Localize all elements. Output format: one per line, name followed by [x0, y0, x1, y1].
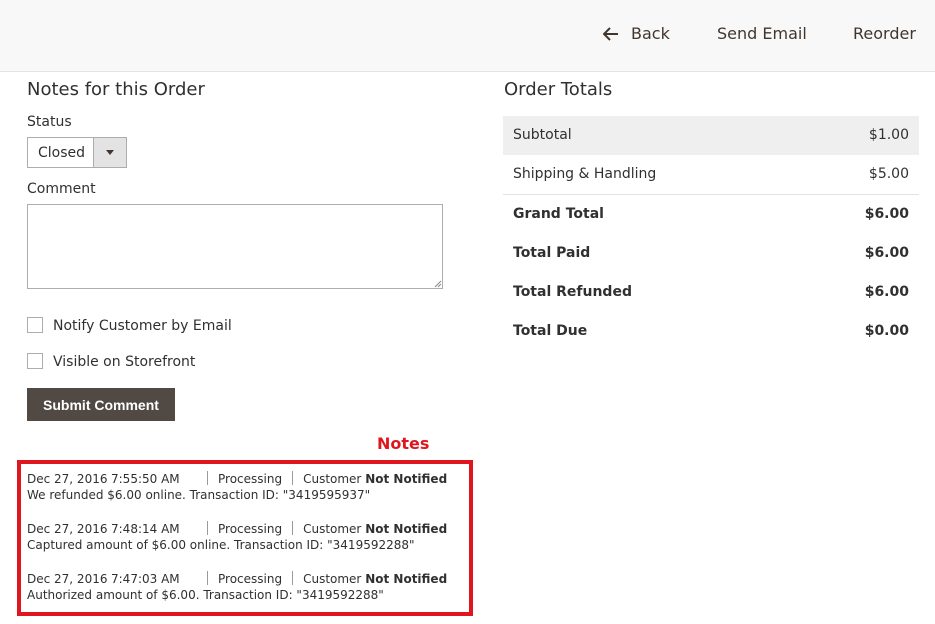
divider — [207, 521, 208, 535]
totals-row-subtotal: Subtotal $1.00 — [503, 116, 919, 155]
note-notified-status: Not Notified — [365, 472, 448, 486]
totals-row-label: Subtotal — [513, 127, 572, 143]
note-text: Authorized amount of $6.00. Transaction … — [27, 588, 384, 602]
totals-row-total-due: Total Due $0.00 — [503, 312, 919, 351]
notify-customer-checkbox[interactable] — [27, 317, 43, 333]
divider — [292, 571, 294, 585]
status-select[interactable]: Closed — [27, 137, 127, 168]
visible-storefront-checkbox[interactable] — [27, 353, 43, 369]
notify-customer-label: Notify Customer by Email — [53, 318, 232, 334]
arrow-left-icon — [602, 26, 621, 46]
totals-row-amount: $1.00 — [868, 127, 909, 143]
note-time: 7:55:50 AM — [111, 472, 180, 486]
dropdown-toggle[interactable] — [93, 138, 126, 167]
visible-storefront-checkbox-row[interactable]: Visible on Storefront — [27, 353, 195, 371]
history-note: Dec 27, 2016 7:55:50 AM Processing Customer… — [27, 471, 447, 503]
notify-customer-checkbox-row[interactable]: Notify Customer by Email — [27, 317, 232, 335]
history-note: Dec 27, 2016 7:47:03 AM Processing Customer… — [27, 571, 447, 603]
back-button-label: Back — [631, 24, 670, 43]
submit-comment-button[interactable]: Submit Comment — [27, 388, 175, 421]
send-email-button[interactable]: Send Email — [717, 24, 807, 44]
order-totals-table: Subtotal $1.00 Shipping & Handling $5.00… — [503, 116, 919, 351]
divider — [292, 471, 294, 485]
note-meta: Dec 27, 2016 7:47:03 AM Processing Customer… — [27, 571, 447, 587]
totals-row-amount: $5.00 — [868, 166, 909, 182]
comment-label: Comment — [27, 181, 96, 197]
totals-row-grand-total: Grand Total $6.00 — [503, 195, 919, 234]
note-status: Processing — [218, 522, 283, 536]
totals-row-amount: $6.00 — [864, 284, 909, 300]
notes-annotation-label: Notes — [377, 434, 430, 453]
totals-row-shipping: Shipping & Handling $5.00 — [503, 155, 919, 195]
totals-row-label: Total Due — [513, 323, 588, 339]
visible-storefront-label: Visible on Storefront — [53, 354, 196, 370]
note-time: 7:48:14 AM — [111, 522, 180, 536]
resize-grip-icon[interactable] — [434, 280, 442, 288]
page-actions-bar: Back Send Email Reorder — [0, 0, 935, 72]
note-customer-prefix: Customer — [303, 522, 362, 536]
history-note: Dec 27, 2016 7:48:14 AM Processing Customer… — [27, 521, 447, 553]
totals-row-label: Shipping & Handling — [513, 166, 657, 182]
status-label: Status — [27, 114, 72, 130]
totals-row-amount: $6.00 — [864, 206, 909, 222]
note-notified-status: Not Notified — [365, 572, 448, 586]
note-notified-status: Not Notified — [365, 522, 448, 536]
caret-down-icon — [106, 150, 114, 155]
divider — [207, 471, 208, 485]
note-text: Captured amount of $6.00 online. Transac… — [27, 538, 415, 552]
comment-textarea[interactable] — [27, 204, 443, 289]
note-date: Dec 27, 2016 — [27, 522, 108, 536]
note-customer-prefix: Customer — [303, 472, 362, 486]
totals-row-label: Grand Total — [513, 206, 604, 222]
note-date: Dec 27, 2016 — [27, 572, 108, 586]
back-button[interactable]: Back — [602, 24, 670, 46]
note-meta: Dec 27, 2016 7:55:50 AM Processing Customer… — [27, 471, 447, 487]
totals-row-total-refunded: Total Refunded $6.00 — [503, 273, 919, 312]
note-meta: Dec 27, 2016 7:48:14 AM Processing Customer… — [27, 521, 447, 537]
totals-row-label: Total Paid — [513, 245, 591, 261]
note-status: Processing — [218, 572, 283, 586]
reorder-button[interactable]: Reorder — [853, 24, 916, 44]
totals-row-total-paid: Total Paid $6.00 — [503, 234, 919, 273]
divider — [292, 521, 294, 535]
status-select-value: Closed — [38, 145, 86, 161]
note-customer-prefix: Customer — [303, 572, 362, 586]
note-text: We refunded $6.00 online. Transaction ID… — [27, 488, 371, 502]
totals-row-amount: $0.00 — [864, 323, 909, 339]
totals-row-amount: $6.00 — [864, 245, 909, 261]
order-totals-title: Order Totals — [504, 79, 613, 100]
notes-section-title: Notes for this Order — [27, 79, 205, 100]
note-date: Dec 27, 2016 — [27, 472, 108, 486]
totals-row-label: Total Refunded — [513, 284, 632, 300]
note-time: 7:47:03 AM — [111, 572, 180, 586]
divider — [207, 571, 208, 585]
note-status: Processing — [218, 472, 283, 486]
